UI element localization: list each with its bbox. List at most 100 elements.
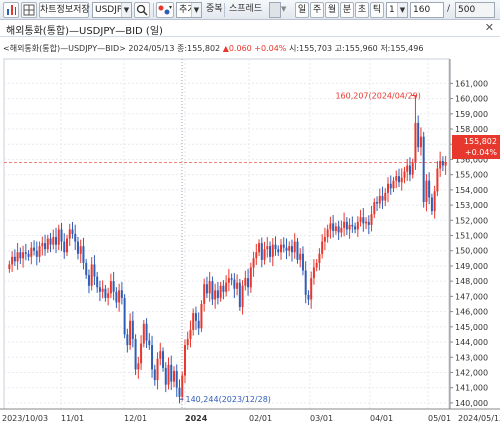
- high-annotation-label: 160,207(2024/04/29): [335, 91, 420, 100]
- candle-body: [52, 237, 55, 245]
- candle-body: [41, 243, 44, 247]
- candle-body: [120, 290, 123, 298]
- candle-body: [194, 313, 197, 321]
- candle-body: [49, 238, 52, 245]
- period-month-button[interactable]: 월: [325, 2, 339, 18]
- candle-body: [197, 320, 200, 329]
- candle-body: [74, 234, 77, 242]
- x-tick-label: 05/01: [428, 414, 451, 423]
- candle-body: [55, 237, 58, 245]
- bar-count-separator: /: [447, 4, 451, 14]
- candle-body: [387, 183, 390, 193]
- candle-body: [266, 246, 269, 250]
- candle-body: [348, 224, 351, 230]
- candle-body: [200, 304, 203, 329]
- candle-body: [326, 229, 329, 238]
- candle-body: [252, 258, 255, 268]
- candle-body: [167, 364, 170, 385]
- candle-body: [436, 168, 439, 192]
- chart-title: 해외통화(통합)—USDJPY—BID (일): [6, 26, 163, 37]
- candle-body: [33, 247, 36, 251]
- period-second-button[interactable]: 초: [355, 2, 369, 18]
- period-minute-button[interactable]: 분: [340, 2, 354, 18]
- candle-body: [93, 264, 96, 277]
- x-tick-label: 2024: [185, 414, 208, 423]
- candle-body: [214, 290, 217, 300]
- candle-body: [337, 226, 340, 233]
- price-chart[interactable]: 140,000 141,000 142,000 143,000 144,000 145,0…: [0, 37, 500, 424]
- x-tick-label: 04/01: [370, 414, 393, 423]
- candle-body: [16, 252, 19, 262]
- current-change-label: +0.04%: [464, 148, 497, 157]
- candle-body: [162, 351, 165, 368]
- candle-body: [151, 345, 154, 370]
- spread-checkbox[interactable]: [269, 2, 281, 18]
- candle-body: [38, 246, 41, 257]
- candle-body: [85, 262, 88, 276]
- candle-body: [178, 387, 181, 397]
- y-tick-label: 145,000: [455, 323, 488, 332]
- candle-body: [362, 217, 365, 224]
- y-tick-label: 146,000: [455, 308, 488, 317]
- candle-body: [148, 340, 151, 346]
- x-tick-label: 03/01: [310, 414, 333, 423]
- y-tick-label: 154,000: [455, 186, 488, 195]
- candle-body: [203, 284, 206, 304]
- candlestick-chart[interactable]: 140,000 141,000 142,000 143,000 144,000 145,0…: [0, 37, 500, 424]
- candle-body: [340, 227, 343, 233]
- period-week-button[interactable]: 주: [310, 2, 324, 18]
- candle-body: [175, 370, 178, 388]
- candle-body: [247, 278, 250, 288]
- candle-body: [343, 221, 346, 228]
- candle-body: [115, 291, 118, 303]
- candle-body: [126, 334, 129, 346]
- candle-body: [323, 237, 326, 242]
- candle-body: [107, 293, 110, 298]
- period-tick-button[interactable]: 틱: [370, 2, 384, 18]
- candle-body: [63, 241, 66, 253]
- candle-body: [318, 253, 321, 263]
- candle-body: [359, 217, 362, 222]
- candle-body: [238, 282, 241, 308]
- svg-text:▾: ▾: [169, 4, 172, 11]
- period-value: 1: [389, 5, 395, 15]
- candle-body: [329, 223, 332, 230]
- candle-body: [65, 238, 68, 253]
- candle-body: [282, 244, 285, 248]
- candle-body: [225, 282, 228, 292]
- spread-button[interactable]: 스프레드: [229, 2, 262, 18]
- indicator-icon[interactable]: ▾: [156, 2, 174, 18]
- candle-body: [403, 171, 406, 178]
- candle-body: [189, 329, 192, 339]
- chevron-down-icon: ▼: [191, 3, 201, 17]
- candle-body: [159, 351, 162, 359]
- chevron-down-icon[interactable]: ▼: [281, 2, 291, 18]
- candle-body: [170, 364, 173, 382]
- candle-body: [30, 247, 33, 257]
- candle-body: [156, 358, 159, 381]
- candle-body: [79, 246, 82, 254]
- period-value-select[interactable]: 1 ▼: [386, 2, 408, 18]
- candle-body: [230, 278, 233, 280]
- candle-body: [98, 287, 101, 292]
- overlay-button[interactable]: 중복: [206, 2, 223, 18]
- bar-count-input[interactable]: 160: [410, 2, 444, 18]
- x-tick-label: 12/01: [124, 414, 147, 423]
- chevron-down-icon: ▼: [121, 3, 131, 17]
- candle-body: [236, 282, 239, 289]
- bar-chart-icon[interactable]: [3, 2, 19, 18]
- x-tick-label: 2023/10/03: [2, 414, 48, 423]
- close-icon[interactable]: ✕: [485, 21, 494, 34]
- symbol-select[interactable]: USDJPY ▼: [92, 2, 132, 18]
- candle-body: [354, 226, 357, 230]
- period-day-button[interactable]: 일: [295, 2, 309, 18]
- search-icon[interactable]: [134, 2, 150, 18]
- save-chart-info-button[interactable]: 차트정보저장: [39, 2, 90, 18]
- candle-body: [384, 192, 387, 201]
- toolbar: 차트정보저장 USDJPY ▼ ▾ 추가 ▼ 중복 스프레드 ▼ 일 주 월 분…: [0, 0, 500, 20]
- add-menu-button[interactable]: 추가 ▼: [176, 2, 202, 18]
- candle-body: [227, 278, 230, 283]
- candle-body: [222, 285, 225, 292]
- grid-icon[interactable]: [21, 2, 37, 18]
- y-tick-label: 161,000: [455, 79, 488, 88]
